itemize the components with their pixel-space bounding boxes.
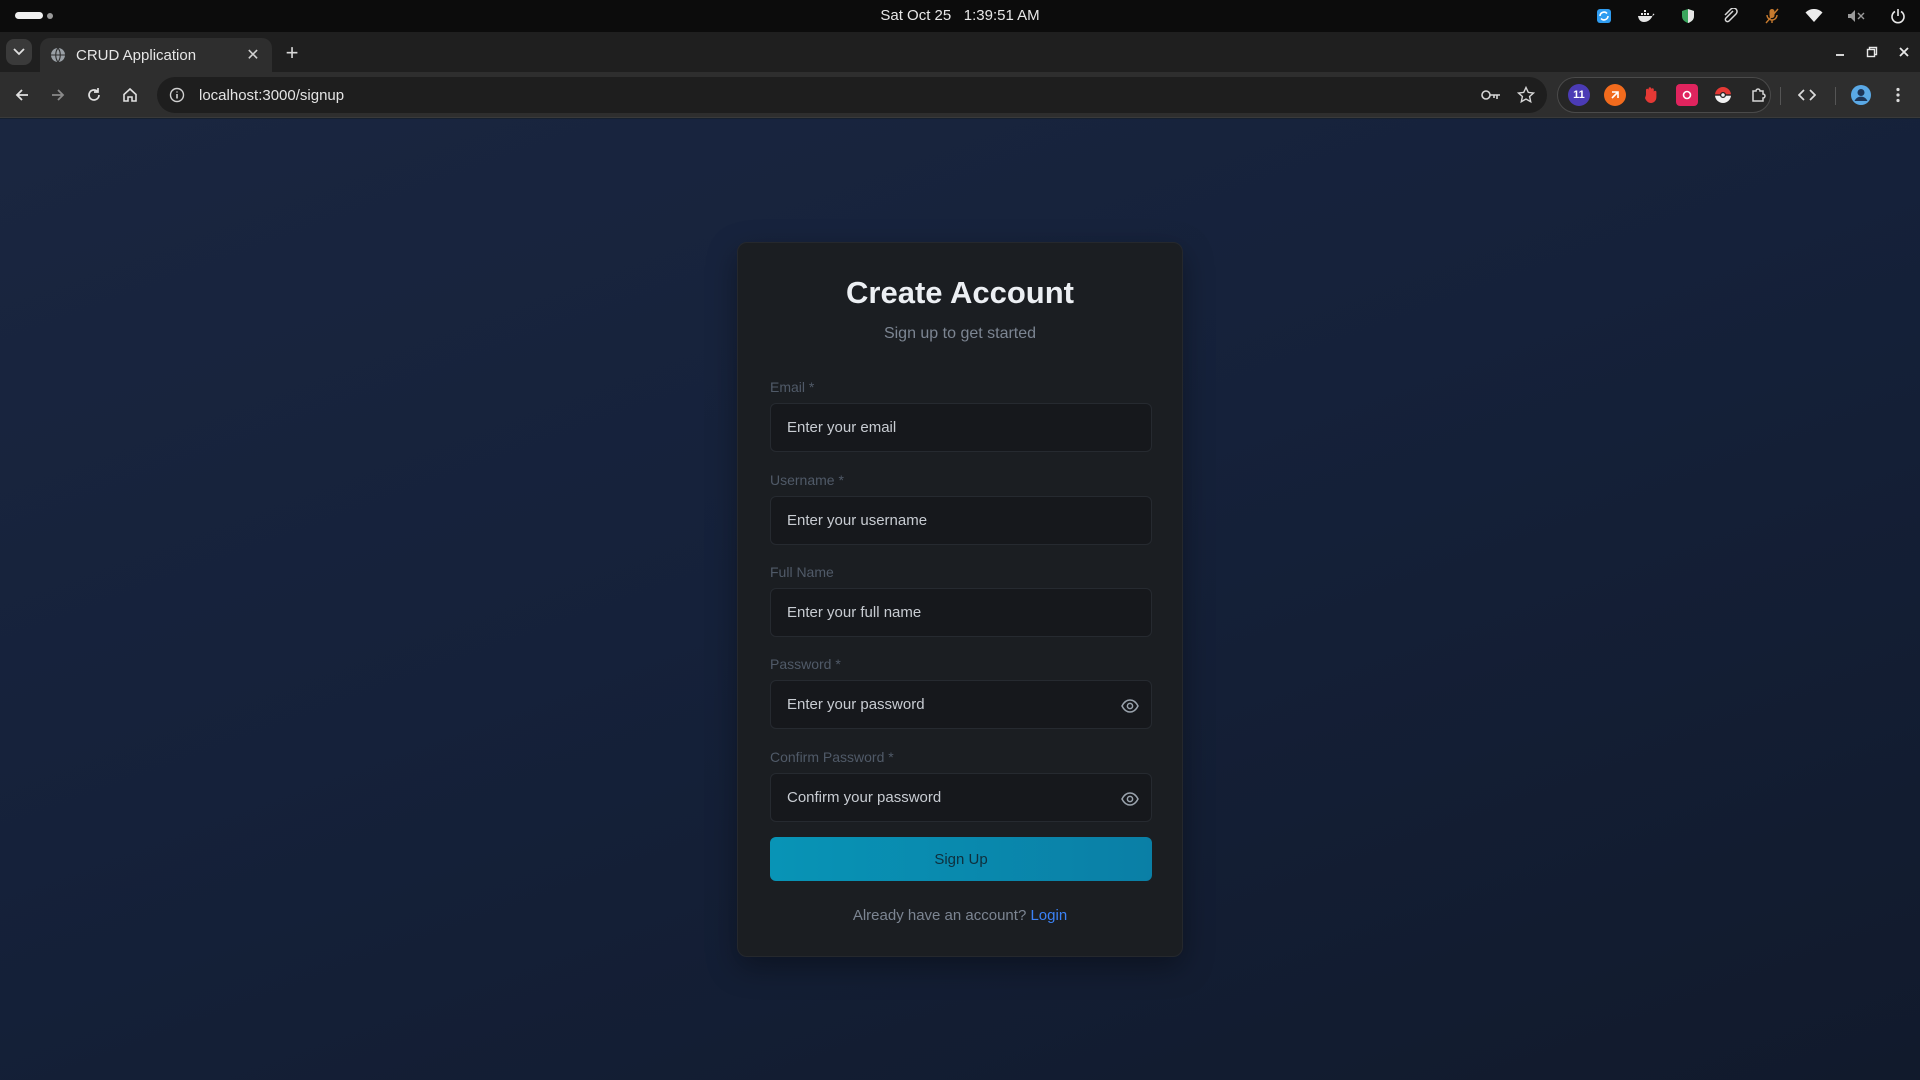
app-indicator-icon[interactable] — [1594, 6, 1614, 26]
confirm-password-field[interactable] — [770, 773, 1152, 822]
wifi-icon[interactable] — [1804, 6, 1824, 26]
page-subtitle: Sign up to get started — [883, 325, 1037, 342]
password-field[interactable] — [770, 680, 1152, 729]
password-input[interactable] — [787, 696, 1087, 713]
browser-tab-strip: CRUD Application ✕ + — [0, 32, 1920, 72]
clock-time: 1:39:51 AM — [963, 7, 1040, 24]
show-confirm-password-eye-icon[interactable] — [1121, 790, 1139, 808]
forward-button[interactable] — [44, 81, 72, 109]
globe-icon — [51, 47, 65, 63]
shield-icon[interactable] — [1678, 6, 1698, 26]
confirm-password-input[interactable] — [787, 789, 1087, 806]
paperclip-icon[interactable] — [1720, 6, 1740, 26]
system-top-bar: Sat Oct 25 1:39:51 AM — [0, 0, 1920, 32]
sign-up-button[interactable]: Sign Up — [770, 837, 1152, 881]
reload-button[interactable] — [80, 81, 108, 109]
fullname-label: Full Name — [770, 564, 834, 580]
login-prompt-text: Already have an account? — [852, 907, 1027, 924]
username-input[interactable] — [787, 512, 1087, 529]
minimize-icon[interactable] — [1824, 32, 1856, 72]
system-tray — [1594, 6, 1908, 26]
close-tab-icon[interactable]: ✕ — [244, 46, 262, 64]
email-input[interactable] — [787, 419, 1087, 436]
docker-icon[interactable] — [1636, 6, 1656, 26]
tab-title: CRUD Application — [76, 46, 197, 64]
show-password-eye-icon[interactable] — [1121, 697, 1139, 715]
arrow-left-icon — [15, 89, 28, 101]
reload-icon — [88, 88, 100, 101]
home-button[interactable] — [116, 81, 144, 109]
power-icon[interactable] — [1888, 6, 1908, 26]
extension-orange-icon[interactable] — [1604, 84, 1626, 106]
extensions-group: 11 — [1557, 77, 1771, 113]
fullname-input[interactable] — [787, 604, 1087, 621]
toolbar-separator — [1780, 87, 1781, 105]
extension-badge-count: 11 — [1573, 89, 1585, 101]
back-button[interactable] — [8, 81, 36, 109]
password-label: Password * — [770, 656, 841, 672]
username-label: Username * — [770, 472, 844, 488]
new-tab-button[interactable]: + — [281, 42, 303, 65]
site-info-icon[interactable] — [169, 87, 185, 103]
tab-crud-application[interactable]: CRUD Application ✕ — [40, 38, 272, 72]
confirm-password-label: Confirm Password * — [770, 749, 894, 765]
email-label: Email * — [770, 379, 815, 395]
chevron-down-icon — [13, 48, 25, 56]
devtools-code-icon[interactable] — [1793, 81, 1821, 109]
signup-card: Create Account Sign up to get started Em… — [737, 242, 1183, 957]
login-prompt: Already have an account? Login — [738, 907, 1182, 924]
bookmark-star-icon[interactable] — [1517, 86, 1535, 104]
mic-muted-icon[interactable] — [1762, 6, 1782, 26]
extension-hand-icon[interactable] — [1640, 84, 1662, 106]
volume-muted-icon[interactable] — [1846, 6, 1866, 26]
email-field[interactable] — [770, 403, 1152, 452]
url-text[interactable]: localhost:3000/signup — [199, 87, 1481, 104]
restore-icon[interactable] — [1856, 32, 1888, 72]
fullname-field[interactable] — [770, 588, 1152, 637]
menu-kebab-icon[interactable] — [1884, 81, 1912, 109]
home-icon — [123, 87, 137, 102]
extensions-puzzle-icon[interactable] — [1748, 84, 1770, 106]
window-controls — [1824, 32, 1920, 72]
page-title: Create Account — [846, 275, 1074, 310]
toolbar-separator — [1835, 87, 1836, 105]
extension-pokeball-icon[interactable] — [1712, 84, 1734, 106]
extension-pink-icon[interactable] — [1676, 84, 1698, 106]
page-background: Create Account Sign up to get started Em… — [0, 119, 1920, 1080]
arrow-right-icon — [52, 89, 65, 101]
password-key-icon[interactable] — [1481, 88, 1501, 102]
close-window-icon[interactable] — [1888, 32, 1920, 72]
extension-badge-icon[interactable]: 11 — [1568, 84, 1590, 106]
login-link[interactable]: Login — [1030, 907, 1067, 924]
tab-search-button[interactable] — [6, 39, 32, 65]
profile-avatar-icon[interactable] — [1847, 81, 1875, 109]
browser-toolbar: localhost:3000/signup 11 — [0, 72, 1920, 118]
address-bar[interactable]: localhost:3000/signup — [157, 77, 1547, 113]
username-field[interactable] — [770, 496, 1152, 545]
clock-date: Sat Oct 25 — [880, 7, 952, 24]
